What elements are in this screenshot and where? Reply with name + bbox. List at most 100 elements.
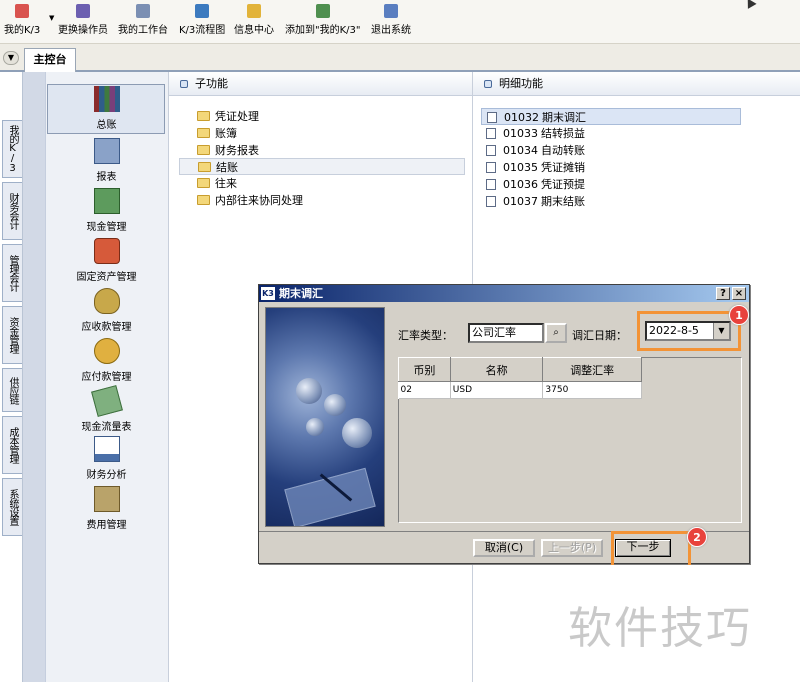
add-favorite-icon (315, 4, 330, 18)
toolbar-info-center-button[interactable]: 信息中心 (234, 4, 274, 36)
module-label: 总账 (96, 120, 117, 131)
document-icon (486, 162, 496, 173)
main-toolbar: 我的K/3 更换操作员 我的工作台 K/3流程图 信息中心 添加到"我的K/3"… (0, 0, 800, 44)
chevron-down-icon[interactable]: ▼ (3, 51, 19, 65)
document-icon (486, 179, 496, 190)
module-general-ledger[interactable]: 总账 (45, 84, 168, 134)
detail-code: 01035 (503, 161, 538, 174)
subfunction-closing[interactable]: 结账 (179, 158, 465, 175)
toolbar-flowchart-button[interactable]: K/3流程图 (179, 4, 225, 36)
close-button[interactable]: × (732, 287, 746, 300)
vtab-system-settings[interactable]: 系统设置 (2, 478, 22, 536)
subfunction-internal-coordination[interactable]: 内部往来协同处理 (193, 192, 463, 209)
detail-item-voucher-accrual[interactable]: 01036 凭证预提 (481, 176, 741, 193)
subfunction-ledger[interactable]: 账簿 (193, 125, 463, 142)
subfunction-header: 子功能 (169, 72, 472, 96)
vtab-fund-management[interactable]: 资金管理 (2, 306, 22, 364)
panel-bullet-icon (180, 80, 188, 88)
paper-shape (284, 467, 376, 526)
lookup-icon: ⌕ (553, 327, 559, 338)
detail-code: 01036 (503, 178, 538, 191)
module-payables[interactable]: 应付款管理 (45, 338, 168, 383)
message-icon (247, 4, 261, 18)
detail-item-period-end-closing[interactable]: 01037 期末结账 (481, 193, 741, 210)
vtab-management-accounting[interactable]: 管理会计 (2, 244, 22, 302)
module-cashflow-statement[interactable]: 现金流量表 (45, 385, 168, 433)
grid-cell-name[interactable]: USD (450, 381, 544, 399)
truck-icon (93, 238, 120, 264)
toolbar-my-workbench-button[interactable]: 我的工作台 (118, 4, 168, 36)
module-label: 应收款管理 (81, 322, 132, 333)
module-label: 现金管理 (86, 222, 127, 233)
expense-icon (93, 486, 120, 512)
dropdown-caret-icon[interactable]: ▼ (49, 14, 54, 22)
cancel-button[interactable]: 取消(C) (473, 539, 535, 557)
dialog-decorative-image (265, 307, 385, 527)
toolbar-my-k3-button[interactable]: 我的K/3 (4, 4, 40, 36)
lookup-button[interactable]: ⌕ (545, 323, 567, 343)
detail-item-period-end-exchange[interactable]: 01032 期末调汇 (481, 108, 741, 125)
vtab-supply-chain[interactable]: 供应链 (2, 368, 22, 412)
star-icon (15, 4, 30, 18)
module-fixed-assets[interactable]: 固定资产管理 (45, 238, 168, 283)
grid-header-name[interactable]: 名称 (449, 357, 544, 382)
vtab-financial-accounting[interactable]: 财务会计 (2, 182, 22, 240)
table-row[interactable]: 02 USD 3750 (398, 381, 642, 399)
folder-icon (197, 145, 210, 155)
grid-header-currency[interactable]: 币别 (398, 357, 451, 382)
document-icon (486, 128, 496, 139)
module-receivables[interactable]: 应收款管理 (45, 288, 168, 333)
vtab-cost-management[interactable]: 成本管理 (2, 416, 22, 474)
users-icon (76, 4, 90, 18)
tab-strip: ▼ 主控台 (0, 44, 800, 72)
module-cash-management[interactable]: 现金管理 (45, 188, 168, 233)
detail-code: 01037 (503, 195, 538, 208)
document-icon (486, 196, 496, 207)
subfunction-transactions[interactable]: 往来 (193, 175, 463, 192)
vtab-my-k3[interactable]: 我的K/3 (2, 120, 22, 178)
help-button[interactable]: ? (716, 287, 730, 300)
grid-header-rate[interactable]: 调整汇率 (542, 357, 642, 382)
detail-label: 凭证摊销 (541, 161, 585, 174)
highlight-box-date (637, 311, 741, 351)
grid-cell-rate[interactable]: 3750 (542, 381, 642, 399)
subfunction-label: 财务报表 (215, 144, 259, 157)
detail-label: 期末结账 (541, 195, 585, 208)
adjust-date-label: 调汇日期： (572, 329, 627, 342)
money-bag-icon (93, 288, 120, 314)
detail-header: 明细功能 (473, 72, 800, 96)
subfunction-label: 结账 (216, 161, 238, 174)
dialog-title: 期末调汇 (279, 287, 323, 300)
module-label: 费用管理 (86, 520, 127, 531)
detail-label: 期末调汇 (542, 111, 586, 124)
subfunction-financial-reports[interactable]: 财务报表 (193, 142, 463, 159)
folder-icon (198, 162, 211, 172)
coin-shape (306, 418, 324, 436)
toolbar-change-operator-button[interactable]: 更换操作员 (58, 4, 108, 36)
folder-icon (197, 128, 210, 138)
toolbar-exit-button[interactable]: 退出系统 (371, 4, 411, 36)
currency-grid: 币别 名称 调整汇率 02 USD 3750 (398, 357, 642, 399)
rate-type-field[interactable]: 公司汇率 (468, 323, 544, 343)
panel-bullet-icon (484, 80, 492, 88)
subfunction-voucher[interactable]: 凭证处理 (193, 108, 463, 125)
toolbar-add-to-my-k3-button[interactable]: 添加到"我的K/3" (285, 4, 361, 36)
detail-item-voucher-amortization[interactable]: 01035 凭证摊销 (481, 159, 741, 176)
exit-icon (384, 4, 398, 18)
panel-title: 子功能 (195, 77, 228, 90)
document-icon (486, 145, 496, 156)
rate-type-label: 汇率类型： (398, 329, 453, 342)
module-financial-analysis[interactable]: 财务分析 (45, 436, 168, 481)
folder-icon (197, 178, 210, 188)
detail-label: 自动转账 (541, 144, 585, 157)
module-label: 报表 (96, 172, 117, 183)
previous-step-button[interactable]: 上一步(P) (541, 539, 603, 557)
tab-main-console[interactable]: 主控台 (24, 48, 76, 72)
grid-cell-currency[interactable]: 02 (398, 381, 451, 399)
pencil-icon (136, 4, 150, 18)
module-expense-management[interactable]: 费用管理 (45, 486, 168, 531)
module-report[interactable]: 报表 (45, 138, 168, 183)
detail-item-carry-forward-pl[interactable]: 01033 结转损益 (481, 125, 741, 142)
detail-item-auto-transfer[interactable]: 01034 自动转账 (481, 142, 741, 159)
module-label: 财务分析 (86, 470, 127, 481)
